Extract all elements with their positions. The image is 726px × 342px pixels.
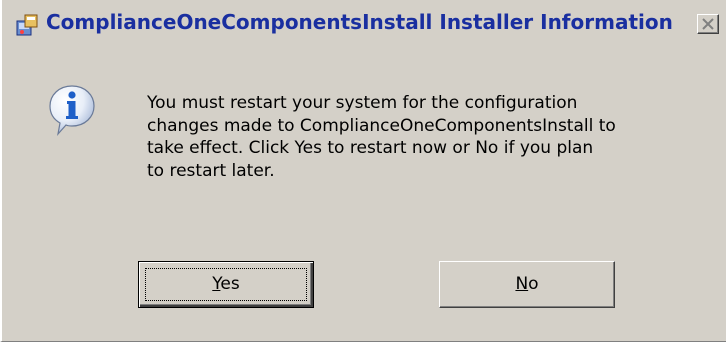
dialog-window: ComplianceOneComponentsInstall Installer… xyxy=(0,0,726,342)
no-label-rest: o xyxy=(528,274,539,294)
dialog-message: You must restart your system for the con… xyxy=(147,92,707,182)
yes-button[interactable]: Yes xyxy=(138,261,314,308)
message-line: to restart later. xyxy=(147,160,275,181)
message-line: changes made to ComplianceOneComponentsI… xyxy=(147,115,616,136)
no-button-label: No xyxy=(515,274,538,294)
message-line: take effect. Click Yes to restart now or… xyxy=(147,138,594,158)
message-line: You must restart your system for the con… xyxy=(147,93,578,113)
window-title: ComplianceOneComponentsInstall Installer… xyxy=(46,10,673,34)
information-icon xyxy=(48,84,96,136)
title-bar[interactable]: ComplianceOneComponentsInstall Installer… xyxy=(2,0,726,44)
no-button[interactable]: No xyxy=(439,261,615,308)
yes-button-label: Yes xyxy=(212,274,239,294)
installer-icon[interactable] xyxy=(15,13,39,37)
close-x-icon xyxy=(702,18,714,30)
yes-label-rest: es xyxy=(220,274,240,294)
no-accelerator: N xyxy=(515,274,529,294)
close-button[interactable] xyxy=(697,14,719,34)
